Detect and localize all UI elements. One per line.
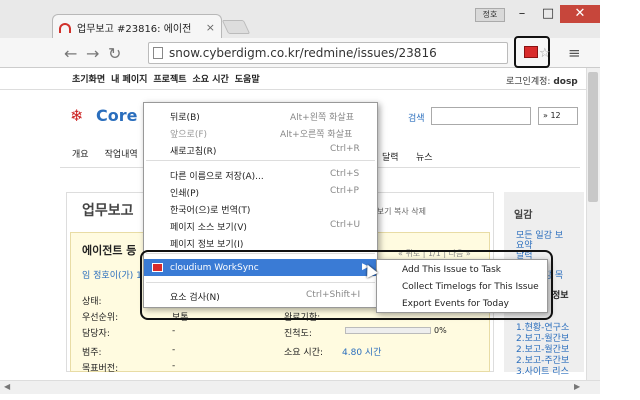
progress-percent: 0% [434, 326, 447, 335]
field-label: 소요 시간: [284, 348, 324, 358]
menu-item-page-info[interactable]: 페이지 정보 보기(I) [170, 237, 243, 250]
field-label: 우선순위: [82, 313, 119, 323]
address-bar[interactable]: snow.cyberdigm.co.kr/redmine/issues/2381… [148, 42, 508, 64]
search-label[interactable]: 검색 [408, 111, 425, 124]
field-label: 담당자: [82, 329, 110, 339]
tab-calendar[interactable]: 달력 [382, 150, 399, 163]
logged-in-user-link[interactable]: dosp [553, 77, 577, 87]
top-menu-projects[interactable]: 프로젝트 [153, 72, 186, 85]
shortcut-label: Alt+오른쪽 화살표 [280, 130, 353, 140]
shortcut-label: Ctrl+P [330, 186, 359, 196]
field-label: 범주: [82, 348, 102, 358]
top-menu-home[interactable]: 초기화면 [72, 72, 105, 85]
url-text: snow.cyberdigm.co.kr/redmine/issues/2381… [169, 46, 437, 60]
back-arrow-icon[interactable]: ← [64, 44, 77, 63]
field-value: - [172, 345, 176, 355]
tab-title: 업무보고 #23816: 에이전 [77, 24, 192, 35]
field-label: 목표버전: [82, 364, 119, 374]
search-input[interactable] [431, 107, 531, 125]
cloudium-extension-icon[interactable] [524, 46, 538, 58]
issue-author-link[interactable]: 임 정호이(가) 1 [82, 268, 142, 281]
tab-news[interactable]: 뉴스 [416, 150, 433, 163]
snowflake-logo-icon: ❄ [70, 106, 84, 125]
menu-item-reload[interactable]: 새로고침(R) [170, 144, 216, 157]
tab-close-icon[interactable]: × [206, 21, 215, 34]
field-label: 진척도: [284, 329, 312, 339]
menu-item-view-source[interactable]: 페이지 소스 보기(V) [170, 220, 247, 233]
scrollbar-thumb[interactable] [588, 72, 598, 202]
logo-text: Core [96, 106, 138, 125]
chrome-menu-icon[interactable]: ≡ [568, 44, 581, 62]
scroll-right-arrow-icon[interactable]: ▶ [574, 382, 580, 391]
sidebar-section-heading: 정보 [552, 291, 569, 301]
user-badge[interactable]: 정호 [475, 8, 505, 22]
page-icon [153, 47, 163, 59]
menu-item-translate[interactable]: 한국어(으)로 번역(T) [170, 203, 250, 216]
close-window-button[interactable]: ✕ [560, 5, 600, 23]
field-value: - [172, 361, 176, 371]
window-margin [600, 0, 640, 400]
forward-arrow-icon[interactable]: → [86, 44, 99, 63]
browser-tab[interactable]: 업무보고 #23816: 에이전 × [52, 14, 222, 40]
menu-item-save-as[interactable]: 다른 이름으로 저장(A)... [170, 169, 264, 182]
menu-item-back[interactable]: 뒤로(B) [170, 110, 200, 123]
menu-highlight-box [140, 250, 553, 320]
field-label: 상태: [82, 297, 102, 307]
top-menu-my-page[interactable]: 내 페이지 [111, 72, 147, 85]
maximize-button[interactable]: □ [536, 5, 560, 23]
project-jump-select[interactable]: » 12 [538, 107, 578, 125]
shortcut-label: Alt+왼쪽 화살표 [290, 113, 354, 123]
spent-time-link[interactable]: 4.80 시간 [342, 345, 381, 358]
issue-subject: 에이전트 등 [82, 244, 137, 257]
reload-icon[interactable]: ↻ [108, 44, 121, 63]
shortcut-label: Ctrl+S [330, 169, 360, 179]
menu-item-print[interactable]: 인쇄(P) [170, 186, 199, 199]
bookmark-star-icon[interactable]: ☆ [539, 46, 551, 61]
menu-item-forward[interactable]: 앞으로(F) [170, 127, 207, 140]
sidebar-title: 일감 [514, 210, 533, 221]
horizontal-scrollbar[interactable] [0, 380, 600, 394]
minimize-button[interactable]: – [510, 5, 534, 23]
progress-bar [345, 327, 431, 334]
menu-separator [146, 160, 375, 161]
sidebar-query-link[interactable]: 3.사이트 리스 [516, 364, 569, 377]
shortcut-label: Ctrl+U [330, 220, 361, 230]
top-menu-help[interactable]: 도움말 [235, 72, 260, 85]
scroll-left-arrow-icon[interactable]: ◀ [4, 382, 10, 391]
tab-activity[interactable]: 작업내역 [105, 147, 138, 160]
shortcut-label: Ctrl+R [330, 144, 360, 154]
top-menu-time[interactable]: 소요 시간 [193, 72, 229, 85]
redmine-favicon-icon [59, 22, 71, 33]
logged-in-as: 로그인계정: dosp [506, 77, 578, 87]
field-value: - [172, 326, 176, 336]
tab-overview[interactable]: 개요 [72, 147, 89, 160]
issue-title: 업무보고 [82, 203, 134, 219]
